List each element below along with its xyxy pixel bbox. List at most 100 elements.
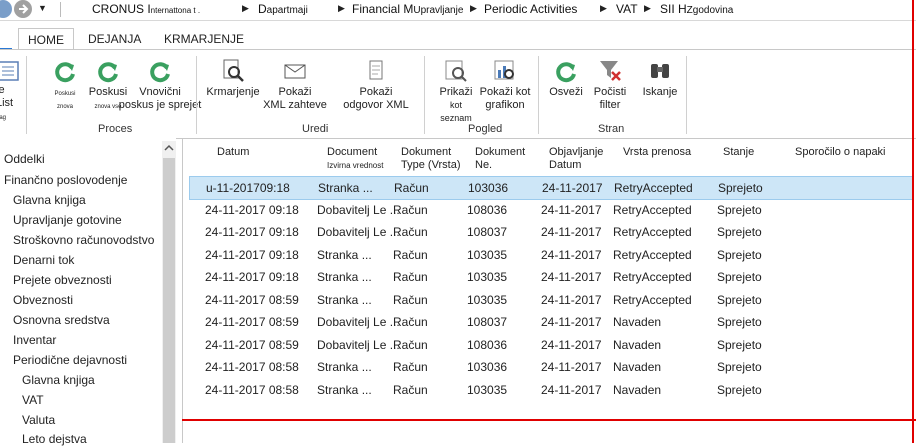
breadcrumb-periodic[interactable]: Periodic Activities	[484, 2, 577, 16]
sidebar-item-periodic-activities[interactable]: Periodične dejavnosti	[13, 353, 127, 367]
envelope-icon	[284, 64, 306, 79]
clear-filter-icon	[600, 61, 621, 81]
scroll-up-icon[interactable]	[164, 143, 174, 153]
tab-actions[interactable]: DEJANJA	[88, 32, 141, 46]
cell-transfer-type: RetryAccepted	[613, 292, 692, 307]
retry-button[interactable]: Poskusi znova	[50, 58, 80, 112]
table-row[interactable]: 24-11-2017 09:18 Stranka ... Račun 103035 24…	[189, 266, 911, 288]
table-row[interactable]: 24-11-2017 08:59 Dobavitelj Le ... Račun 10…	[189, 311, 911, 333]
ribbon: je List nag Poskusi znova Poskusi znova …	[0, 49, 916, 139]
show-response-label-b: odgovor XML	[343, 99, 409, 111]
chevron-right-icon[interactable]: ▶	[644, 3, 651, 14]
group-label-stran: Stran	[598, 123, 625, 135]
sidebar-item-financial-management[interactable]: Finančno poslovodenje	[4, 173, 127, 187]
new-retry-button[interactable]: Vnovični poskus je sprejet	[116, 58, 204, 112]
table-row[interactable]: 24-11-2017 09:18 Stranka ... Račun 103035 24…	[189, 244, 911, 266]
list-label-b: List	[0, 97, 14, 109]
cell-posting-date: 24-11-2017	[541, 292, 602, 307]
navigate-icon	[223, 59, 244, 82]
table-row[interactable]: 24-11-2017 08:58 Stranka ... Račun 103036 24…	[189, 356, 911, 378]
cell-document-no: 108036	[467, 337, 508, 352]
show-response-xml-button[interactable]: Pokaži odgovor XML	[340, 58, 412, 112]
sidebar-item-vat[interactable]: VAT	[22, 393, 44, 407]
sidebar-item-fiscal-year[interactable]: Leto dejstva	[22, 432, 87, 446]
cell-status: Sprejeto	[717, 225, 762, 239]
column-header-posting-date[interactable]: Objavljanje Datum	[549, 146, 603, 172]
column-header-error-message[interactable]: Sporočilo o napaki	[795, 146, 886, 159]
document-icon	[369, 60, 383, 80]
cell-document-source: Stranka ...	[317, 382, 372, 397]
column-header-date[interactable]: Datum	[217, 146, 249, 159]
sidebar-item-currency[interactable]: Valuta	[22, 413, 55, 427]
sidebar-item-periodic-general-ledger[interactable]: Glavna knjiga	[22, 373, 95, 387]
sidebar-item-general-ledger[interactable]: Glavna knjiga	[13, 193, 86, 207]
forward-arrow-icon[interactable]	[14, 0, 32, 18]
cell-document-type: Račun	[393, 382, 428, 397]
sidebar-scrollbar-thumb[interactable]	[163, 158, 175, 443]
sidebar-item-inventory[interactable]: Inventar	[13, 333, 56, 347]
table-row[interactable]: 24-11-2017 08:59 Dobavitelj Le ... Račun 10…	[189, 334, 911, 356]
navigate-button[interactable]: Krmarjenje	[204, 58, 262, 99]
cell-document-source: Stranka ...	[317, 360, 372, 374]
cell-posting-date: 24-11-2017	[541, 202, 602, 217]
sidebar-item-receivables[interactable]: Prejete obveznosti	[13, 273, 112, 287]
back-arrow-icon[interactable]	[0, 0, 12, 18]
cell-document-type: Račun	[393, 360, 428, 374]
refresh-button[interactable]: Osveži	[546, 58, 586, 99]
column-header-status[interactable]: Stanje	[723, 146, 754, 159]
cell-document-source: Dobavitelj Le ...	[317, 202, 400, 217]
clear-filter-label-b: filter	[599, 99, 621, 111]
sii-history-grid: Datum Document Izvirna vrednost Dokument T…	[182, 138, 916, 443]
show-response-label-a: Pokaži	[359, 86, 393, 98]
column-header-document-source[interactable]: Document Izvirna vrednost	[327, 146, 383, 172]
show-as-list-button[interactable]: Prikaži kot seznam	[434, 58, 478, 125]
breadcrumb-departments[interactable]: Dapartmaji	[258, 2, 308, 16]
chart-view-label-a: Pokaži kot	[479, 86, 531, 98]
cell-document-no: 108037	[467, 225, 508, 239]
table-row[interactable]: 24-11-2017 08:59 Stranka ... Račun 103035 24…	[189, 289, 911, 311]
breadcrumb-vat[interactable]: VAT	[616, 2, 638, 16]
cell-status: Sprejeto	[717, 270, 762, 284]
sidebar-item-departments[interactable]: Oddelki	[4, 152, 45, 166]
table-row[interactable]: 24-11-2017 08:58 Stranka ... Račun 103035 24…	[189, 379, 911, 401]
cell-document-no: 103035	[467, 292, 508, 307]
sidebar-item-fixed-assets[interactable]: Osnovna sredstva	[13, 313, 110, 327]
sidebar-item-payables[interactable]: Obveznosti	[13, 293, 73, 307]
search-button[interactable]: Iskanje	[638, 58, 682, 99]
breadcrumb-financial[interactable]: Financial MUpravljanje	[352, 2, 463, 16]
refresh-icon	[55, 62, 75, 83]
table-row[interactable]: 24-11-2017 09:18 Dobavitelj Le ... Račun 10…	[189, 199, 911, 221]
breadcrumb-company[interactable]: CRONUS Internattona t .	[92, 2, 200, 16]
cell-document-source: Stranka ...	[317, 270, 372, 284]
cell-date: 24-11-2017 09:18	[205, 225, 299, 239]
breadcrumb-sii-history[interactable]: SII HZgodovina	[660, 2, 733, 16]
cell-document-source: Dobavitelj Le ...	[317, 315, 400, 329]
cell-document-no: 103035	[467, 247, 508, 262]
table-row[interactable]: 24-11-2017 09:18 Dobavitelj Le ... Račun 10…	[189, 221, 911, 243]
clear-filter-button[interactable]: Počisti filter	[590, 58, 630, 112]
sidebar-item-cash-flow[interactable]: Denarni tok	[13, 253, 74, 267]
show-as-chart-button[interactable]: Pokaži kot grafikon	[478, 58, 532, 112]
sidebar-item-cash-management[interactable]: Upravljanje gotovine	[13, 213, 122, 227]
cell-document-no: 108037	[467, 315, 508, 329]
list-button[interactable]: je List nag	[0, 58, 20, 123]
cell-transfer-type: RetryAccepted	[613, 270, 692, 284]
tab-navigate[interactable]: KRMARJENJE	[164, 32, 244, 46]
column-header-document-type[interactable]: Dokument Type (Vrsta)	[401, 146, 461, 172]
cell-document-type: Račun	[393, 247, 428, 262]
table-row[interactable]: u-11-201709:18 Stranka ... Račun 103036 24-1…	[189, 176, 913, 200]
show-request-xml-button[interactable]: Pokaži XML zahteve	[260, 58, 330, 112]
cell-document-source: Stranka ...	[317, 247, 372, 262]
chevron-right-icon[interactable]: ▶	[470, 3, 477, 14]
column-header-transfer-type[interactable]: Vrsta prenosa	[623, 146, 691, 159]
chart-view-label-b: grafikon	[485, 99, 525, 111]
dropdown-icon[interactable]: ▼	[38, 3, 47, 13]
cell-date: 24-11-2017 09:18	[205, 270, 299, 284]
sidebar-item-cost-accounting[interactable]: Stroškovno računovodstvo	[13, 233, 154, 247]
chevron-right-icon[interactable]: ▶	[242, 3, 249, 14]
cell-document-source: Dobavitelj Le ...	[317, 337, 400, 352]
column-header-document-no[interactable]: Dokument Ne.	[475, 146, 525, 172]
cell-document-type: Račun	[393, 270, 428, 284]
chevron-right-icon[interactable]: ▶	[600, 3, 607, 14]
chevron-right-icon[interactable]: ▶	[338, 3, 345, 14]
